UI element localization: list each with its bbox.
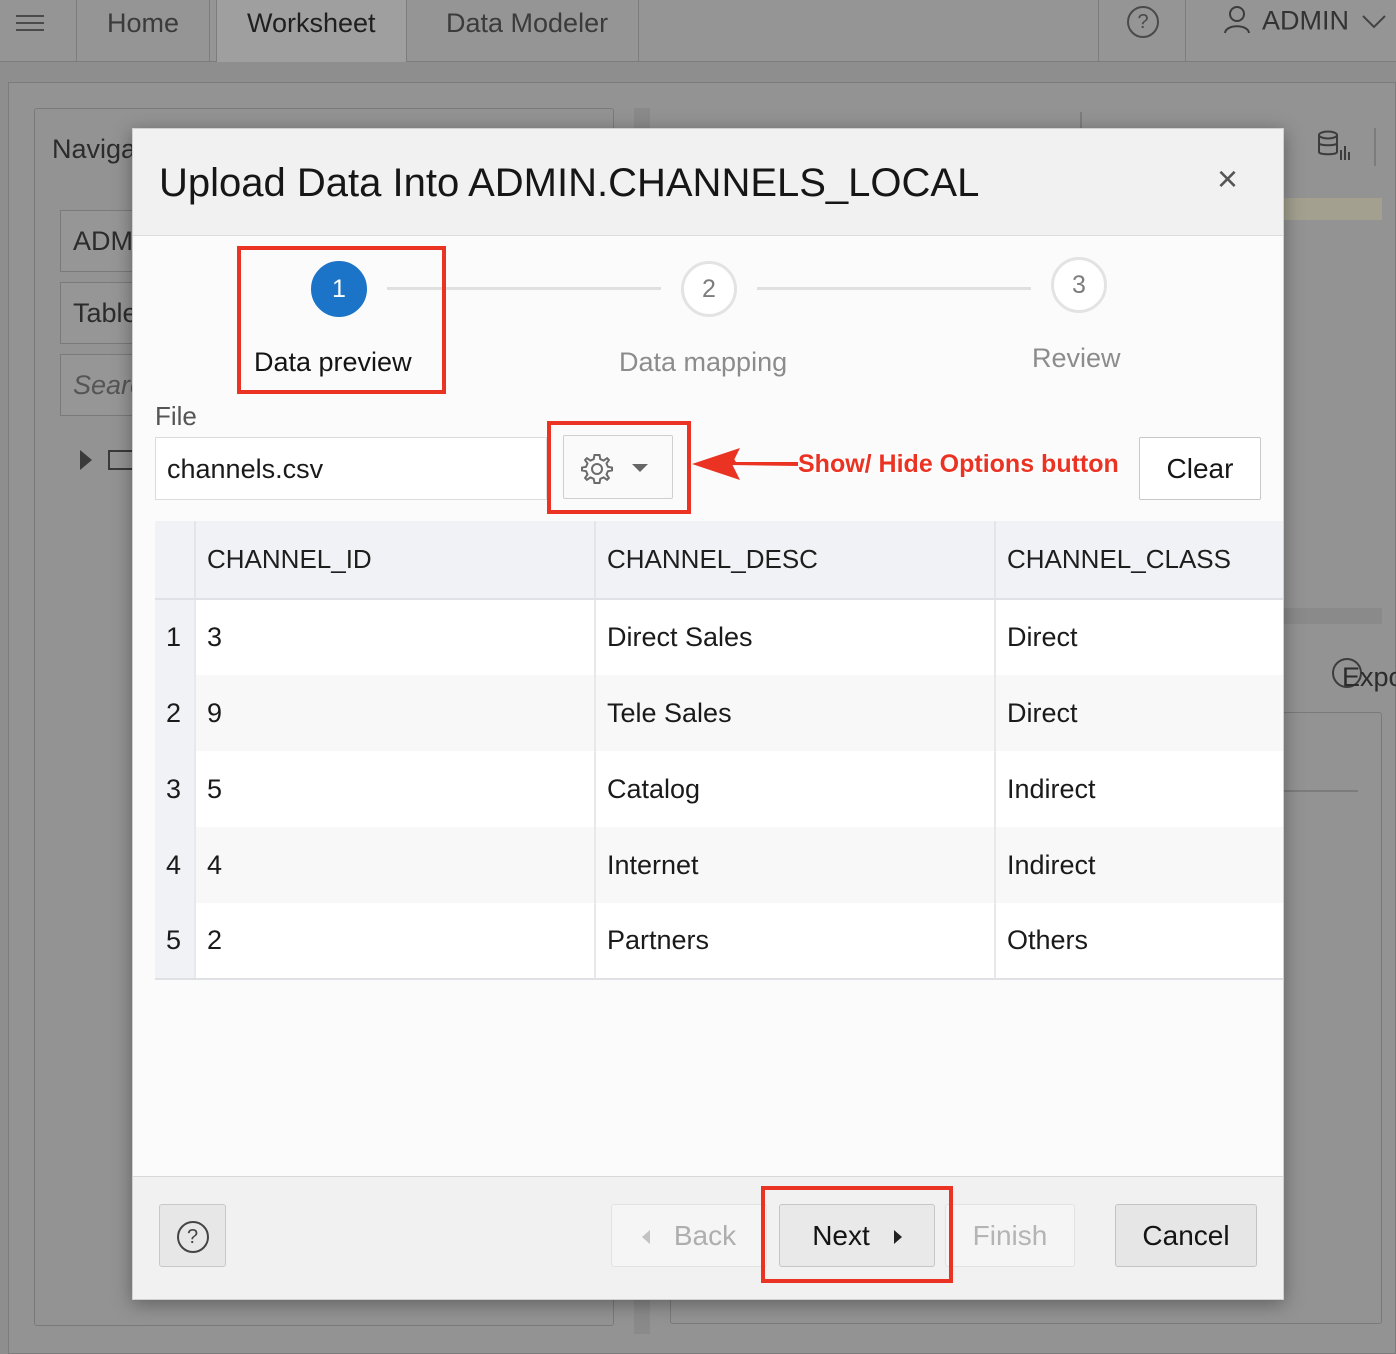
top-navigation-bar: Home Worksheet Data Modeler ? ADMIN [0,0,1396,62]
table-cell: Indirect [995,751,1283,827]
expand-arrow-icon[interactable] [80,450,92,470]
table-cell: 5 [195,751,596,827]
row-number: 4 [155,827,196,903]
table-cell: 3 [195,599,596,675]
step-3-label: Review [1032,343,1121,373]
table-cell: 4 [195,827,596,903]
column-header[interactable]: CHANNEL_CLASS [995,521,1283,600]
export-label[interactable]: Export [1342,662,1396,693]
user-icon [1222,4,1252,41]
annotation-highlight-next [761,1186,953,1283]
table-cell: Partners [595,903,996,980]
step-2-label: Data mapping [619,347,788,377]
chevron-down-icon [1361,10,1387,36]
table-cell: Indirect [995,827,1283,903]
table-cell: Catalog [595,751,996,827]
editor-highlight-line [1282,198,1382,220]
data-preview-table: CHANNEL_ID CHANNEL_DESC CHANNEL_CLASS 1 … [155,521,1283,980]
annotation-highlight-step [237,246,446,394]
tab-worksheet[interactable]: Worksheet [216,0,407,62]
file-label: File [155,401,197,431]
table-cell: Tele Sales [595,675,996,751]
horizontal-splitter[interactable] [1282,608,1382,624]
dialog-footer: ? Back Next Finish Cancel [133,1176,1283,1299]
table-cell: 2 [195,903,596,980]
step-2-indicator[interactable]: 2 [681,261,737,317]
step-connector [757,287,1031,290]
divider [1282,790,1358,792]
tab-home[interactable]: Home [76,0,211,62]
annotation-label: Show/ Hide Options button [798,450,1119,478]
table-row: 5 2 Partners Others [155,903,1283,980]
row-number: 3 [155,751,196,827]
tab-data-modeler[interactable]: Data Modeler [416,0,640,62]
row-number: 2 [155,675,196,751]
table-row: 2 9 Tele Sales Direct [155,675,1283,751]
table-row: 4 4 Internet Indirect [155,827,1283,903]
help-icon: ? [176,1221,209,1253]
annotation-arrow-icon [692,448,798,480]
help-icon: ? [1127,6,1159,38]
row-number-header [155,521,196,600]
help-button[interactable]: ? [1098,0,1186,62]
table-icon [108,450,134,470]
finish-button[interactable]: Finish [945,1204,1075,1267]
close-icon[interactable]: × [1217,159,1238,199]
table-cell: Direct [995,675,1283,751]
table-cell: Others [995,903,1283,980]
row-number: 1 [155,599,196,675]
help-button[interactable]: ? [159,1204,226,1267]
table-cell: Internet [595,827,996,903]
table-cell: 9 [195,675,596,751]
dialog-title: Upload Data Into ADMIN.CHANNELS_LOCAL [159,161,980,205]
column-header[interactable]: CHANNEL_DESC [595,521,996,600]
table-row: 3 5 Catalog Indirect [155,751,1283,827]
annotation-highlight-options [547,421,691,514]
menu-icon[interactable] [16,10,44,38]
row-number: 5 [155,903,196,980]
back-button[interactable]: Back [611,1204,767,1267]
dialog-header: Upload Data Into ADMIN.CHANNELS_LOCAL × [133,129,1283,236]
divider [1374,128,1376,166]
back-label: Back [673,1219,737,1251]
file-name-field[interactable]: channels.csv [155,437,547,500]
table-header-row: CHANNEL_ID CHANNEL_DESC CHANNEL_CLASS [155,521,1283,600]
cancel-button[interactable]: Cancel [1115,1204,1257,1267]
table-row: 1 3 Direct Sales Direct [155,599,1283,675]
database-icon[interactable] [1316,130,1352,162]
chevron-left-icon [641,1230,650,1245]
table-cell: Direct Sales [595,599,996,675]
table-cell: Direct [995,599,1283,675]
column-header[interactable]: CHANNEL_ID [195,521,596,600]
user-name: ADMIN [1262,5,1349,36]
clear-button[interactable]: Clear [1139,437,1261,500]
step-3-indicator[interactable]: 3 [1051,257,1107,313]
user-menu[interactable]: ADMIN [1222,4,1387,41]
